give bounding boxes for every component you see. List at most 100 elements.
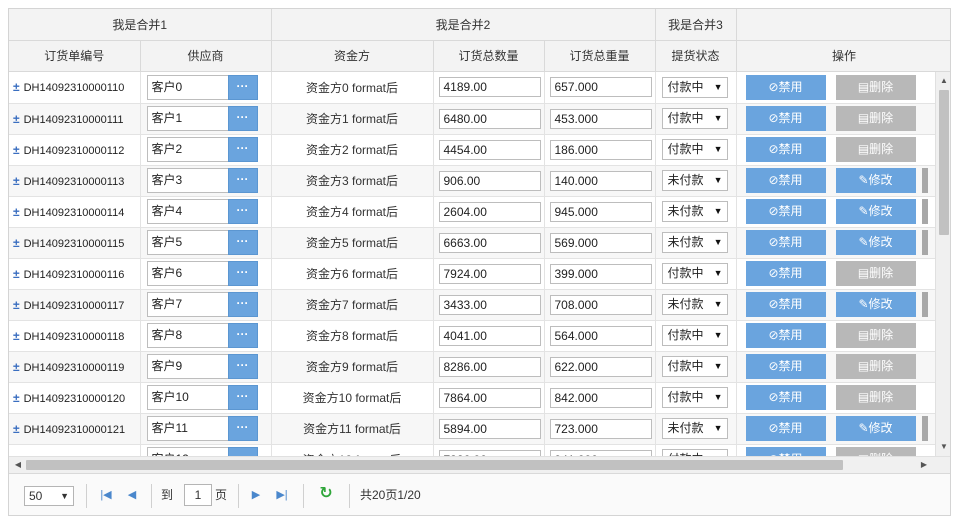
- table-row[interactable]: ± DH14092310000115 客户5 ··· 资金方5 format后 6663.…: [9, 227, 935, 259]
- expand-row-icon[interactable]: ±: [13, 422, 20, 436]
- status-select[interactable]: 未付款 ▼: [661, 232, 728, 253]
- delete-button[interactable]: ▤删除: [835, 137, 916, 162]
- status-select[interactable]: 付款中 ▼: [661, 356, 728, 377]
- edit-button[interactable]: ✎修改: [835, 416, 916, 441]
- table-row[interactable]: ± DH14092310000120 客户10 ··· 资金方10 format后 786…: [9, 382, 935, 414]
- supplier-input[interactable]: 客户8: [146, 323, 229, 348]
- status-select[interactable]: 未付款 ▼: [661, 418, 728, 439]
- supplier-input[interactable]: 客户5: [146, 230, 229, 255]
- table-row[interactable]: ±DH14092310000122客户12···资金方12 format后732…: [9, 444, 935, 456]
- scroll-down-icon[interactable]: ▼: [936, 440, 950, 454]
- expand-row-icon[interactable]: ±: [13, 236, 20, 250]
- delete-button[interactable]: ▤删除: [835, 354, 916, 379]
- disable-button[interactable]: ⊘禁用: [745, 447, 826, 456]
- disable-button[interactable]: ⊘禁用: [745, 292, 826, 317]
- quantity-input[interactable]: 3433.00: [438, 294, 541, 315]
- ellipsis-icon[interactable]: ···: [227, 416, 258, 441]
- horizontal-scrollbar[interactable]: ◀ ▶: [9, 456, 950, 474]
- expand-row-icon[interactable]: ±: [13, 298, 20, 312]
- status-select[interactable]: 付款中 ▼: [661, 76, 728, 98]
- quantity-input[interactable]: 906.00: [438, 170, 541, 191]
- disable-button[interactable]: ⊘禁用: [745, 261, 826, 286]
- edit-button[interactable]: ✎修改: [835, 292, 916, 317]
- supplier-input[interactable]: 客户2: [146, 137, 229, 162]
- table-row[interactable]: ± DH14092310000114 客户4 ··· 资金方4 format后 2604.…: [9, 196, 935, 228]
- table-row[interactable]: ± DH14092310000110 客户0 ··· 资金方0 format后 4189.…: [9, 72, 935, 104]
- status-select[interactable]: 未付款 ▼: [661, 201, 728, 222]
- page-number-input[interactable]: 1: [184, 484, 212, 506]
- ellipsis-icon[interactable]: ···: [227, 74, 258, 100]
- status-select[interactable]: 付款中 ▼: [661, 108, 728, 129]
- column-header-weight[interactable]: 订货总重量: [544, 40, 656, 72]
- delete-button[interactable]: ▤删除: [835, 261, 916, 286]
- page-size-select[interactable]: 50 ▼: [24, 486, 74, 506]
- disable-button[interactable]: ⊘禁用: [745, 74, 826, 100]
- quantity-input[interactable]: 7924.00: [438, 263, 541, 284]
- column-header-funder[interactable]: 资金方: [271, 40, 434, 72]
- supplier-input[interactable]: 客户4: [146, 199, 229, 224]
- disable-button[interactable]: ⊘禁用: [745, 385, 826, 410]
- last-page-icon[interactable]: ▶|: [274, 487, 290, 503]
- weight-input[interactable]: 186.000: [549, 139, 652, 160]
- status-select[interactable]: 付款中 ▼: [661, 263, 728, 284]
- expand-row-icon[interactable]: ±: [13, 143, 20, 157]
- delete-button[interactable]: ▤删除: [835, 385, 916, 410]
- disable-button[interactable]: ⊘禁用: [745, 416, 826, 441]
- weight-input[interactable]: 399.000: [549, 263, 652, 284]
- disable-button[interactable]: ⊘禁用: [745, 230, 826, 255]
- disable-button[interactable]: ⊘禁用: [745, 168, 826, 193]
- delete-button[interactable]: ▤删除: [835, 323, 916, 348]
- status-select[interactable]: 付款中 ▼: [661, 325, 728, 346]
- refresh-icon[interactable]: ↻: [317, 485, 335, 503]
- expand-row-icon[interactable]: ±: [13, 360, 20, 374]
- column-header-status[interactable]: 提货状态: [655, 40, 737, 72]
- table-row[interactable]: ± DH14092310000118 客户8 ··· 资金方8 format后 4041.…: [9, 320, 935, 352]
- supplier-input[interactable]: 客户11: [146, 416, 229, 441]
- ellipsis-icon[interactable]: ···: [227, 230, 258, 255]
- delete-button[interactable]: ▤删除: [835, 74, 916, 100]
- ellipsis-icon[interactable]: ···: [227, 292, 258, 317]
- expand-row-icon[interactable]: ±: [13, 174, 20, 188]
- supplier-input[interactable]: 客户12: [146, 447, 229, 456]
- table-row[interactable]: ± DH14092310000117 客户7 ··· 资金方7 format后 3433.…: [9, 289, 935, 321]
- vertical-scrollbar[interactable]: ▲ ▼: [935, 72, 950, 456]
- table-row[interactable]: ± DH14092310000116 客户6 ··· 资金方6 format后 7924.…: [9, 258, 935, 290]
- weight-input[interactable]: 945.000: [549, 201, 652, 222]
- ellipsis-icon[interactable]: ···: [227, 199, 258, 224]
- ellipsis-icon[interactable]: ···: [227, 168, 258, 193]
- edit-button[interactable]: ✎修改: [835, 230, 916, 255]
- expand-row-icon[interactable]: ±: [13, 112, 20, 126]
- horizontal-scroll-thumb[interactable]: [26, 460, 843, 470]
- quantity-input[interactable]: 6663.00: [438, 232, 541, 253]
- supplier-input[interactable]: 客户3: [146, 168, 229, 193]
- ellipsis-icon[interactable]: ···: [227, 447, 258, 456]
- weight-input[interactable]: 140.000: [549, 170, 652, 191]
- expand-row-icon[interactable]: ±: [13, 80, 20, 94]
- prev-page-icon[interactable]: ◀: [124, 487, 140, 503]
- quantity-input[interactable]: 2604.00: [438, 201, 541, 222]
- ellipsis-icon[interactable]: ···: [227, 354, 258, 379]
- supplier-input[interactable]: 客户1: [146, 106, 229, 131]
- table-row[interactable]: ± DH14092310000113 客户3 ··· 资金方3 format后 906.0…: [9, 165, 935, 197]
- disable-button[interactable]: ⊘禁用: [745, 137, 826, 162]
- next-page-icon[interactable]: ▶: [248, 487, 264, 503]
- supplier-input[interactable]: 客户9: [146, 354, 229, 379]
- ellipsis-icon[interactable]: ···: [227, 385, 258, 410]
- ellipsis-icon[interactable]: ···: [227, 261, 258, 286]
- quantity-input[interactable]: 6480.00: [438, 108, 541, 129]
- table-row[interactable]: ± DH14092310000111 客户1 ··· 资金方1 format后 6480.…: [9, 103, 935, 135]
- table-row[interactable]: ± DH14092310000112 客户2 ··· 资金方2 format后 4454.…: [9, 134, 935, 166]
- supplier-input[interactable]: 客户7: [146, 292, 229, 317]
- disable-button[interactable]: ⊘禁用: [745, 106, 826, 131]
- status-select[interactable]: 未付款 ▼: [661, 170, 728, 191]
- supplier-input[interactable]: 客户6: [146, 261, 229, 286]
- scroll-left-icon[interactable]: ◀: [11, 457, 25, 474]
- delete-button[interactable]: ▤删除: [835, 447, 916, 456]
- edit-button[interactable]: ✎修改: [835, 199, 916, 224]
- first-page-icon[interactable]: |◀: [98, 487, 114, 503]
- column-header-quantity[interactable]: 订货总数量: [433, 40, 545, 72]
- weight-input[interactable]: 569.000: [549, 232, 652, 253]
- supplier-input[interactable]: 客户10: [146, 385, 229, 410]
- weight-input[interactable]: 708.000: [549, 294, 652, 315]
- quantity-input[interactable]: 4454.00: [438, 139, 541, 160]
